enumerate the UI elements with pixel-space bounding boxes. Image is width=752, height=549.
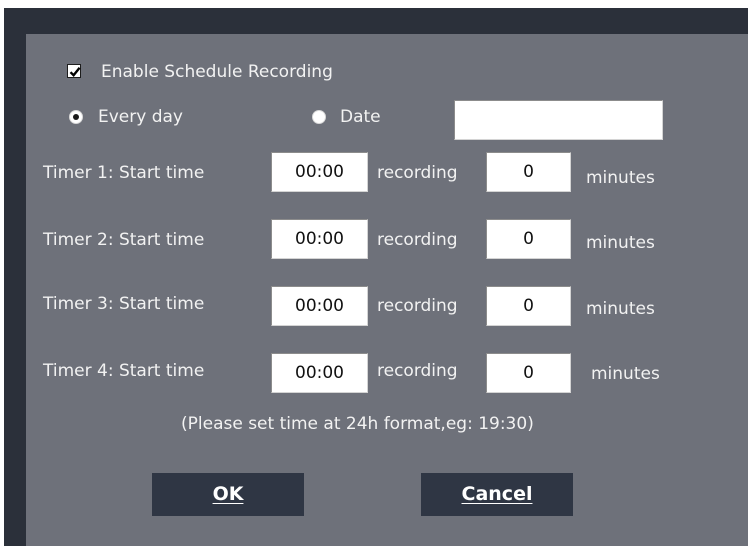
timer-3-minutes-label: minutes bbox=[586, 299, 655, 319]
timer-3-label: Timer 3: Start time bbox=[43, 294, 205, 314]
timer-3-minutes-input[interactable] bbox=[486, 286, 571, 326]
date-input[interactable] bbox=[454, 100, 663, 140]
timer-4-label: Timer 4: Start time bbox=[43, 361, 205, 381]
radio-every-day[interactable] bbox=[69, 110, 83, 124]
timer-4-recording-label: recording bbox=[377, 361, 458, 381]
timer-1-minutes-label: minutes bbox=[586, 168, 655, 188]
timer-1-start-input[interactable] bbox=[271, 152, 368, 192]
cancel-button[interactable]: Cancel bbox=[421, 473, 573, 516]
timer-2-label: Timer 2: Start time bbox=[43, 230, 205, 250]
timer-4-minutes-input[interactable] bbox=[486, 353, 571, 393]
schedule-recording-dialog: Enable Schedule Recording Every day Date… bbox=[26, 34, 748, 546]
ok-button[interactable]: OK bbox=[152, 473, 304, 516]
timer-1-recording-label: recording bbox=[377, 163, 458, 183]
timer-2-start-input[interactable] bbox=[271, 219, 368, 259]
timer-1-label: Timer 1: Start time bbox=[43, 163, 205, 183]
enable-schedule-label: Enable Schedule Recording bbox=[101, 62, 333, 82]
timer-4-start-input[interactable] bbox=[271, 353, 368, 393]
timer-2-minutes-label: minutes bbox=[586, 233, 655, 253]
timer-2-recording-label: recording bbox=[377, 230, 458, 250]
timer-2-minutes-input[interactable] bbox=[486, 219, 571, 259]
time-format-hint: (Please set time at 24h format,eg: 19:30… bbox=[181, 414, 534, 434]
checkmark-icon bbox=[69, 67, 81, 77]
every-day-label: Every day bbox=[98, 107, 183, 127]
radio-selected-dot bbox=[73, 114, 79, 120]
timer-3-start-input[interactable] bbox=[271, 286, 368, 326]
radio-date[interactable] bbox=[312, 110, 326, 124]
timer-4-minutes-label: minutes bbox=[591, 364, 660, 384]
timer-1-minutes-input[interactable] bbox=[486, 152, 571, 192]
timer-3-recording-label: recording bbox=[377, 296, 458, 316]
date-label: Date bbox=[340, 107, 381, 127]
enable-schedule-checkbox[interactable] bbox=[67, 64, 81, 78]
